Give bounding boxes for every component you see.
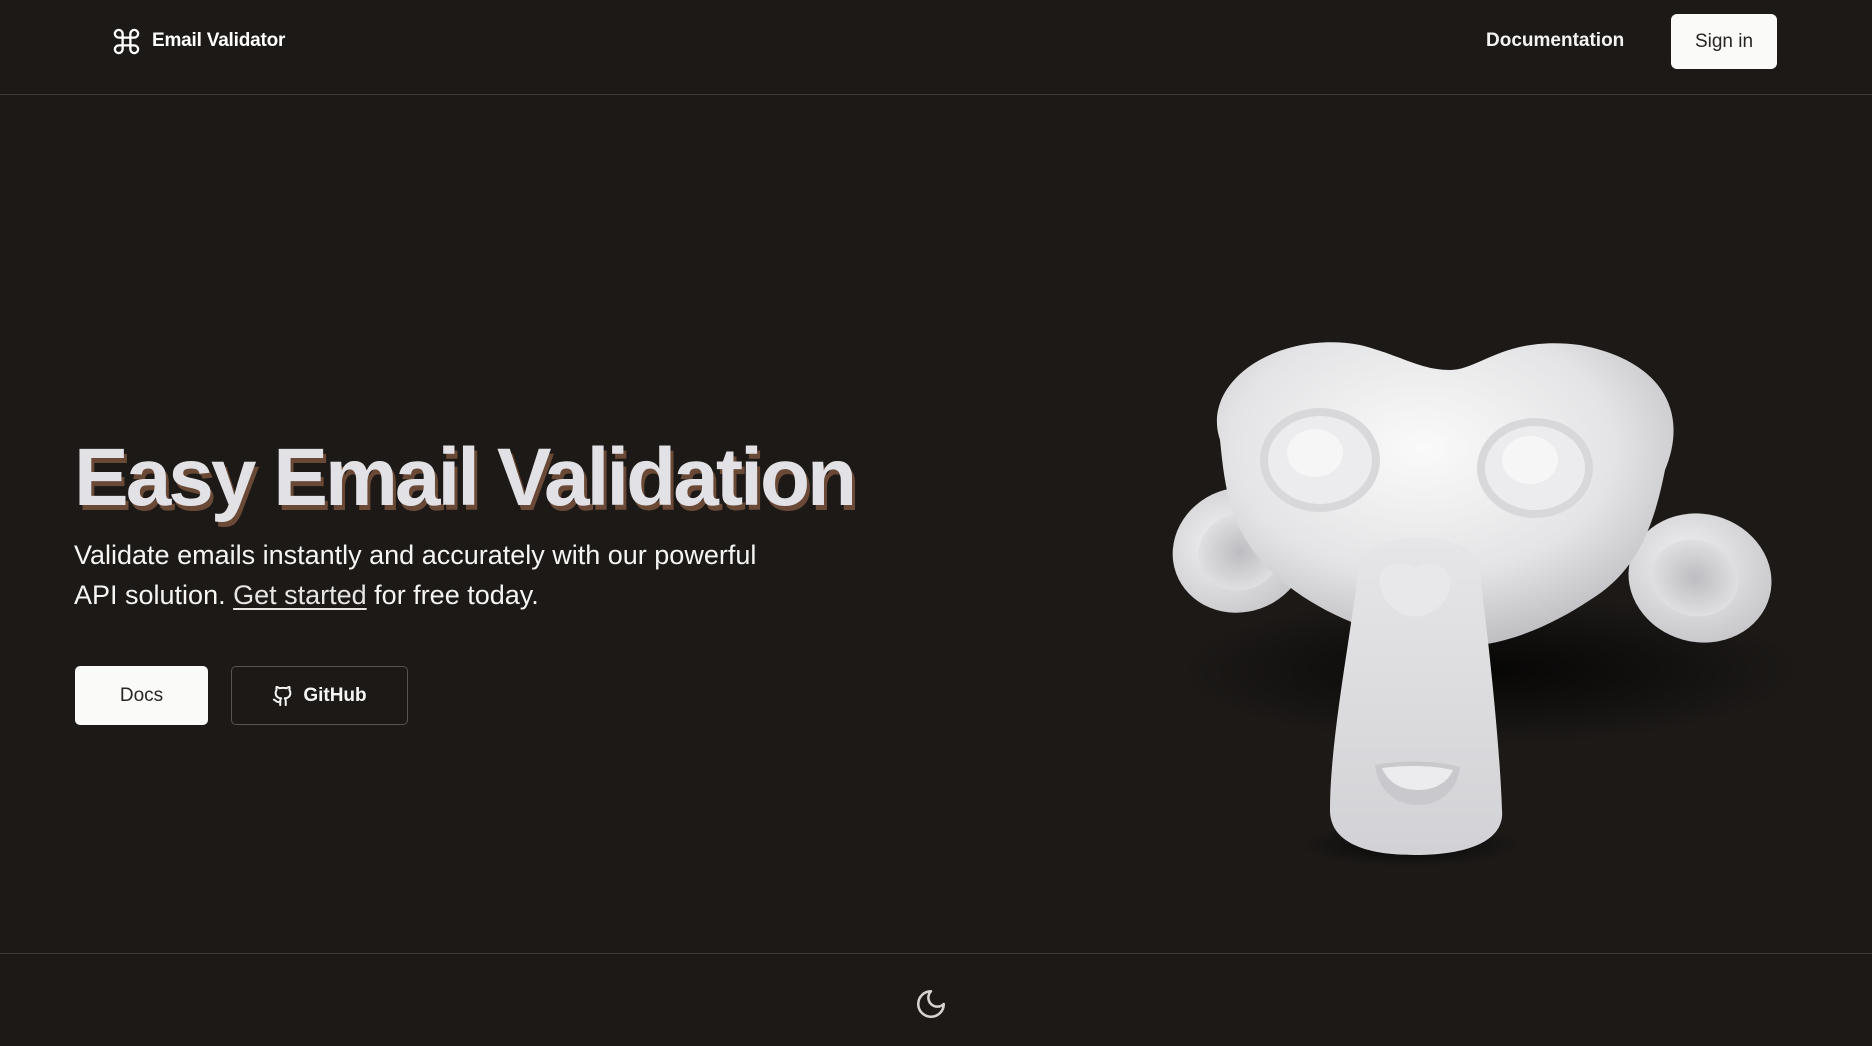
top-nav: Email Validator Documentation Sign in bbox=[0, 0, 1872, 95]
hero-subtitle-text-end: for free today. bbox=[366, 580, 539, 610]
documentation-link[interactable]: Documentation bbox=[1486, 30, 1624, 54]
moon-icon bbox=[916, 989, 946, 1019]
sign-in-button[interactable]: Sign in bbox=[1671, 14, 1777, 69]
hero-subtitle: Validate emails instantly and accurately… bbox=[74, 535, 794, 615]
theme-toggle-button[interactable] bbox=[914, 987, 948, 1021]
command-icon bbox=[113, 28, 140, 54]
brand-name: Email Validator bbox=[152, 30, 286, 51]
monkey-head-illustration bbox=[1172, 342, 1800, 867]
hero-title: Easy Email Validation bbox=[74, 432, 857, 523]
landing-page: Email Validator Documentation Sign in Ea… bbox=[0, 0, 1872, 1046]
github-icon bbox=[273, 685, 292, 706]
github-button-label: GitHub bbox=[303, 684, 367, 706]
footer bbox=[0, 953, 1872, 1046]
get-started-link[interactable]: Get started bbox=[233, 580, 367, 610]
brand-logo[interactable]: Email Validator bbox=[111, 24, 285, 58]
docs-button[interactable]: Docs bbox=[75, 666, 208, 725]
github-button[interactable]: GitHub bbox=[231, 666, 408, 725]
